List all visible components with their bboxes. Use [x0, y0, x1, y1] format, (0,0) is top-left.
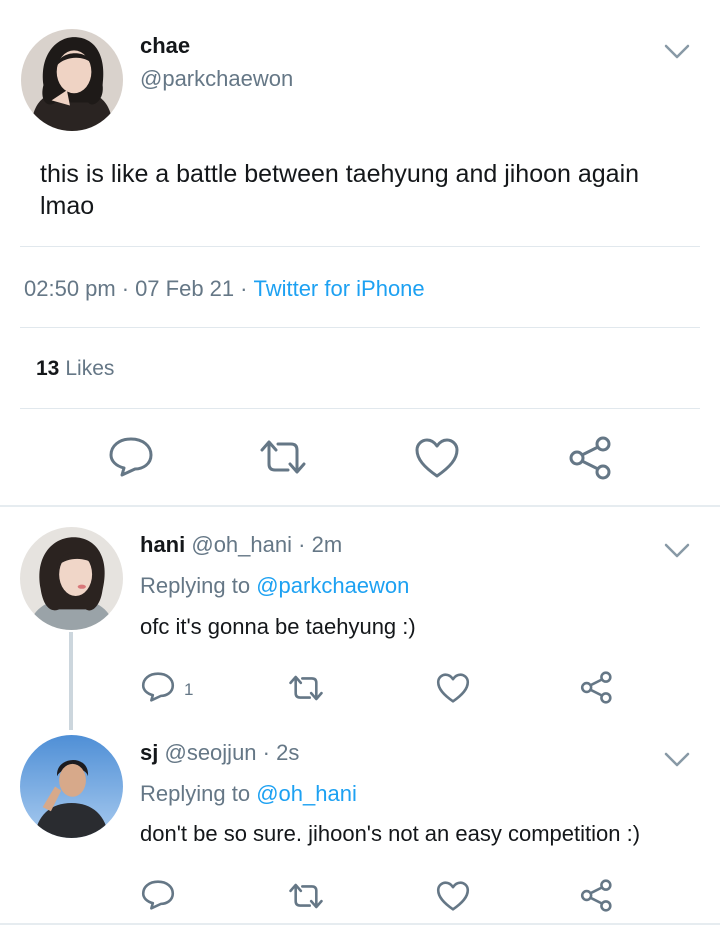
author-display-name[interactable]: chae [140, 33, 190, 59]
chevron-down-icon[interactable] [664, 44, 690, 60]
mention-link[interactable]: @parkchaewon [256, 573, 409, 598]
reply-handle[interactable]: @seojjun [164, 740, 256, 765]
share-icon[interactable] [580, 671, 614, 704]
separator: · [298, 532, 306, 557]
separator: · [240, 276, 248, 301]
reply-handle[interactable]: @oh_hani [191, 532, 292, 557]
reply-display-name[interactable]: hani [140, 532, 185, 557]
replying-to-label: Replying to [140, 781, 251, 806]
replying-to: Replying to @oh_hani [140, 781, 357, 807]
likes-count: 13 [36, 357, 60, 380]
tweet-source-link[interactable]: Twitter for iPhone [253, 276, 424, 301]
avatar-sj[interactable] [20, 735, 123, 838]
share-icon[interactable] [580, 879, 614, 912]
retweet-icon[interactable] [258, 438, 308, 476]
separator: · [121, 276, 130, 301]
profile-photo [20, 735, 123, 838]
section-separator [0, 505, 720, 507]
reply-text: don't be so sure. jihoon's not an easy c… [140, 821, 641, 846]
separator: · [262, 740, 270, 765]
divider [20, 327, 700, 328]
replying-to-label: Replying to [140, 573, 251, 598]
tweet-time: 02:50 pm [24, 276, 116, 301]
chevron-down-icon[interactable] [664, 752, 690, 768]
reply-time: 2s [276, 740, 300, 765]
replying-to: Replying to @parkchaewon [140, 573, 409, 599]
reply-icon[interactable] [108, 436, 154, 478]
divider [20, 246, 700, 247]
tweet-date: 07 Feb 21 [135, 276, 235, 301]
tweet-metadata: 02:50 pm · 07 Feb 21 · Twitter for iPhone [24, 276, 425, 302]
thread-connector [69, 632, 73, 730]
likes-stat[interactable]: 13 Likes [36, 357, 114, 381]
like-heart-icon[interactable] [414, 437, 460, 479]
profile-photo [20, 527, 123, 630]
retweet-icon[interactable] [287, 882, 325, 910]
reply-header: hani @oh_hani · 2m [140, 532, 342, 558]
likes-label: Likes [65, 357, 115, 380]
avatar-chae[interactable] [21, 29, 123, 131]
reply-time: 2m [311, 532, 343, 557]
author-handle[interactable]: @parkchaewon [140, 66, 293, 92]
reply-icon[interactable] [141, 879, 175, 911]
tweet-text: this is like a battle between taehyung a… [40, 160, 640, 220]
avatar-hani[interactable] [20, 527, 123, 630]
reply-icon[interactable] [141, 671, 175, 703]
profile-photo [21, 29, 123, 131]
reply-header: sj @seojjun · 2s [140, 740, 299, 766]
like-heart-icon[interactable] [436, 880, 470, 912]
section-separator [0, 923, 720, 925]
share-icon[interactable] [568, 436, 614, 480]
reply-display-name[interactable]: sj [140, 740, 158, 765]
chevron-down-icon[interactable] [664, 543, 690, 559]
retweet-icon[interactable] [287, 674, 325, 702]
divider [20, 408, 700, 409]
like-heart-icon[interactable] [436, 672, 470, 704]
mention-link[interactable]: @oh_hani [256, 781, 357, 806]
reply-count: 1 [184, 680, 194, 699]
reply-text: ofc it's gonna be taehyung :) [140, 614, 416, 639]
